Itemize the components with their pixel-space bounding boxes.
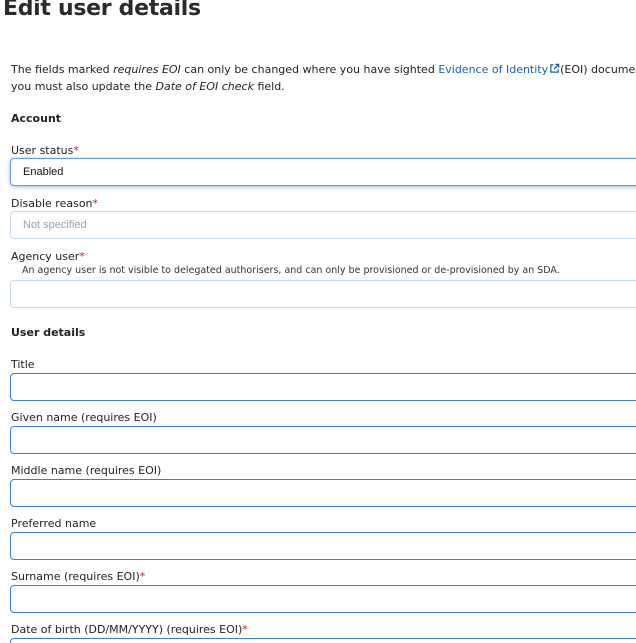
intro-line-2: you must also update the Date of EOI che…	[11, 80, 285, 93]
evidence-of-identity-link[interactable]: Evidence of Identity	[438, 63, 560, 76]
intro-line-1: The fields marked requires EOI can only …	[11, 62, 636, 79]
user-status-label: User status*	[11, 144, 79, 157]
given-name-input[interactable]	[10, 426, 636, 454]
date-of-birth-label: Date of birth (DD/MM/YYYY) (requires EOI…	[11, 623, 248, 636]
agency-user-select[interactable]	[10, 280, 636, 308]
middle-name-input[interactable]	[10, 479, 636, 507]
disable-reason-label: Disable reason*	[11, 197, 99, 210]
date-of-birth-input[interactable]	[10, 638, 636, 643]
user-details-heading: User details	[11, 326, 86, 339]
surname-input[interactable]	[10, 585, 636, 613]
intro-text: The fields marked requires EOI can only …	[11, 62, 636, 95]
preferred-name-label: Preferred name	[11, 517, 97, 530]
page-title: Edit user details	[3, 0, 201, 21]
surname-label: Surname (requires EOI)*	[11, 570, 146, 583]
account-heading: Account	[11, 112, 62, 125]
external-link-icon	[549, 63, 560, 79]
edit-user-page: Edit user details The fields marked requ…	[0, 0, 636, 643]
given-name-label: Given name (requires EOI)	[11, 411, 157, 424]
preferred-name-input[interactable]	[10, 532, 636, 560]
disable-reason-select[interactable]: Not specified	[10, 211, 636, 239]
agency-user-hint: An agency user is not visible to delegat…	[22, 265, 560, 276]
title-label: Title	[11, 358, 35, 371]
middle-name-label: Middle name (requires EOI)	[11, 464, 162, 477]
agency-user-label: Agency user*	[11, 250, 85, 263]
title-input[interactable]	[10, 373, 636, 401]
user-status-select[interactable]: Enabled	[10, 158, 636, 186]
